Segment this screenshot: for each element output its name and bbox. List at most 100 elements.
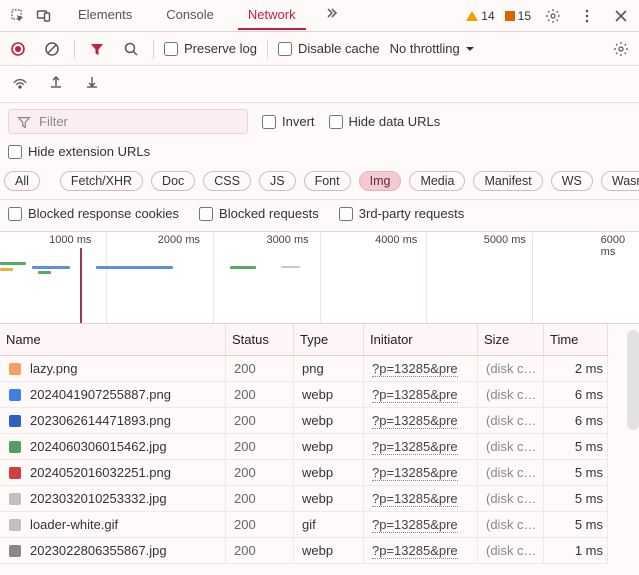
request-size: (disk c… xyxy=(478,434,544,460)
request-time: 2 ms xyxy=(544,356,608,382)
request-type: webp xyxy=(294,408,364,434)
filter-icon[interactable] xyxy=(85,37,109,61)
tab-console[interactable]: Console xyxy=(156,1,224,30)
search-icon[interactable] xyxy=(119,37,143,61)
request-time: 5 ms xyxy=(544,486,608,512)
request-name[interactable]: 2024041907255887.png xyxy=(0,382,226,408)
file-icon xyxy=(8,466,22,480)
file-icon xyxy=(8,388,22,402)
type-ws[interactable]: WS xyxy=(551,171,593,191)
type-js[interactable]: JS xyxy=(259,171,296,191)
disable-cache-checkbox[interactable]: Disable cache xyxy=(278,41,380,56)
close-icon[interactable] xyxy=(609,4,633,28)
type-manifest[interactable]: Manifest xyxy=(473,171,542,191)
col-name[interactable]: Name xyxy=(0,324,226,356)
request-name[interactable]: lazy.png xyxy=(0,356,226,382)
request-status: 200 xyxy=(226,434,294,460)
request-type: webp xyxy=(294,460,364,486)
request-name[interactable]: 2023062614471893.png xyxy=(0,408,226,434)
request-name[interactable]: 2024060306015462.jpg xyxy=(0,434,226,460)
network-io-toolbar xyxy=(0,66,639,103)
request-time: 1 ms xyxy=(544,538,608,564)
request-time: 5 ms xyxy=(544,434,608,460)
col-type[interactable]: Type xyxy=(294,324,364,356)
file-icon xyxy=(8,440,22,454)
request-time: 5 ms xyxy=(544,512,608,538)
request-size: (disk c… xyxy=(478,356,544,382)
request-initiator[interactable]: ?p=13285&pre xyxy=(364,356,478,382)
tick-label: 2000 ms xyxy=(158,234,200,246)
preserve-log-checkbox[interactable]: Preserve log xyxy=(164,41,257,56)
type-font[interactable]: Font xyxy=(304,171,351,191)
tab-network[interactable]: Network xyxy=(238,1,306,30)
filter-row-2: Hide extension URLs xyxy=(0,140,639,167)
extra-filter-row: Blocked response cookies Blocked request… xyxy=(0,200,639,232)
request-status: 200 xyxy=(226,460,294,486)
request-initiator[interactable]: ?p=13285&pre xyxy=(364,460,478,486)
kebab-icon[interactable] xyxy=(575,4,599,28)
more-tabs-icon[interactable] xyxy=(320,1,344,30)
hide-extension-urls-checkbox[interactable]: Hide extension URLs xyxy=(8,144,150,159)
request-initiator[interactable]: ?p=13285&pre xyxy=(364,382,478,408)
inspect-icon[interactable] xyxy=(6,4,30,28)
filter-row: Filter Invert Hide data URLs xyxy=(0,103,639,140)
col-initiator[interactable]: Initiator xyxy=(364,324,478,356)
devtools-tabs: Elements Console Network xyxy=(68,1,456,30)
col-status[interactable]: Status xyxy=(226,324,294,356)
gear-icon[interactable] xyxy=(541,4,565,28)
warning-number: 14 xyxy=(481,9,494,23)
filter-input[interactable]: Filter xyxy=(8,109,248,134)
network-timeline[interactable]: 1000 ms 2000 ms 3000 ms 4000 ms 5000 ms … xyxy=(0,232,639,324)
throttling-select[interactable]: No throttling xyxy=(390,41,476,56)
type-fetch[interactable]: Fetch/XHR xyxy=(60,171,143,191)
request-initiator[interactable]: ?p=13285&pre xyxy=(364,512,478,538)
invert-checkbox[interactable]: Invert xyxy=(262,114,315,129)
type-img[interactable]: Img xyxy=(359,171,402,191)
request-name[interactable]: 2023022806355867.jpg xyxy=(0,538,226,564)
file-icon xyxy=(8,362,22,376)
col-time[interactable]: Time xyxy=(544,324,608,356)
export-har-icon[interactable] xyxy=(44,70,68,94)
type-wasm[interactable]: Wasm xyxy=(601,171,639,191)
request-initiator[interactable]: ?p=13285&pre xyxy=(364,538,478,564)
type-media[interactable]: Media xyxy=(409,171,465,191)
issue-number: 15 xyxy=(518,9,531,23)
request-initiator[interactable]: ?p=13285&pre xyxy=(364,408,478,434)
import-har-icon[interactable] xyxy=(80,70,104,94)
tab-elements[interactable]: Elements xyxy=(68,1,142,30)
blocked-requests-checkbox[interactable]: Blocked requests xyxy=(199,206,319,221)
col-size[interactable]: Size xyxy=(478,324,544,356)
warning-count[interactable]: 14 xyxy=(466,9,494,23)
vertical-scrollbar[interactable] xyxy=(627,330,639,430)
request-name[interactable]: loader-white.gif xyxy=(0,512,226,538)
type-all[interactable]: All xyxy=(4,171,40,191)
type-doc[interactable]: Doc xyxy=(151,171,195,191)
devtools-top-toolbar: Elements Console Network 14 15 xyxy=(0,0,639,32)
requests-table: Name Status Type Initiator Size Time laz… xyxy=(0,324,639,564)
issue-count[interactable]: 15 xyxy=(505,9,531,23)
clear-icon[interactable] xyxy=(40,37,64,61)
device-toolbar-icon[interactable] xyxy=(32,4,56,28)
request-name[interactable]: 2023032010253332.jpg xyxy=(0,486,226,512)
network-conditions-icon[interactable] xyxy=(8,70,32,94)
request-status: 200 xyxy=(226,408,294,434)
third-party-requests-checkbox[interactable]: 3rd-party requests xyxy=(339,206,465,221)
resource-type-filter: All Fetch/XHR Doc CSS JS Font Img Media … xyxy=(0,167,639,200)
request-type: png xyxy=(294,356,364,382)
network-settings-icon[interactable] xyxy=(609,37,633,61)
request-size: (disk c… xyxy=(478,512,544,538)
type-css[interactable]: CSS xyxy=(203,171,251,191)
request-type: gif xyxy=(294,512,364,538)
request-name[interactable]: 2024052016032251.png xyxy=(0,460,226,486)
request-initiator[interactable]: ?p=13285&pre xyxy=(364,434,478,460)
request-initiator[interactable]: ?p=13285&pre xyxy=(364,486,478,512)
tick-label: 1000 ms xyxy=(49,234,91,246)
blocked-response-cookies-checkbox[interactable]: Blocked response cookies xyxy=(8,206,179,221)
request-status: 200 xyxy=(226,538,294,564)
hide-data-urls-checkbox[interactable]: Hide data URLs xyxy=(329,114,441,129)
record-icon[interactable] xyxy=(6,37,30,61)
request-status: 200 xyxy=(226,486,294,512)
file-icon xyxy=(8,518,22,532)
request-status: 200 xyxy=(226,356,294,382)
file-icon xyxy=(8,414,22,428)
